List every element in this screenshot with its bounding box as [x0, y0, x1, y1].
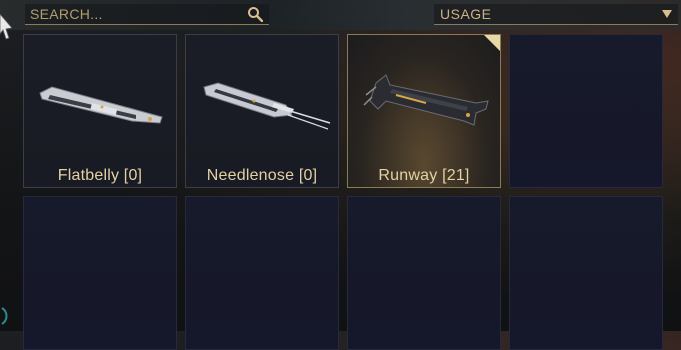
flatbelly-ship-icon — [39, 86, 163, 124]
tile-label: Runway [21] — [378, 167, 470, 184]
edge-decoration-icon — [1, 307, 8, 325]
search-field[interactable]: SEARCH... — [25, 4, 269, 25]
sort-selected-value: USAGE — [440, 6, 492, 22]
tile-needlenose[interactable]: Needlenose [0] — [185, 34, 339, 188]
search-placeholder: SEARCH... — [30, 6, 103, 22]
mouse-cursor-icon — [0, 14, 12, 40]
search-icon[interactable] — [247, 6, 263, 22]
selected-corner-marker — [484, 35, 500, 51]
tile-label: Flatbelly [0] — [57, 167, 143, 184]
tile-empty[interactable] — [509, 196, 663, 350]
triangle-down-icon — [662, 10, 672, 18]
tile-label: Needlenose [0] — [206, 167, 318, 184]
tile-empty[interactable] — [509, 34, 663, 188]
tile-empty[interactable] — [185, 196, 339, 350]
needlenose-ship-icon — [203, 82, 331, 130]
tile-flatbelly[interactable]: Flatbelly [0] — [23, 34, 177, 188]
tile-empty[interactable] — [23, 196, 177, 350]
runway-ship-icon — [363, 74, 489, 126]
tile-empty[interactable] — [347, 196, 501, 350]
sort-dropdown[interactable]: USAGE — [434, 4, 678, 25]
tile-runway[interactable]: Runway [21] — [347, 34, 501, 188]
